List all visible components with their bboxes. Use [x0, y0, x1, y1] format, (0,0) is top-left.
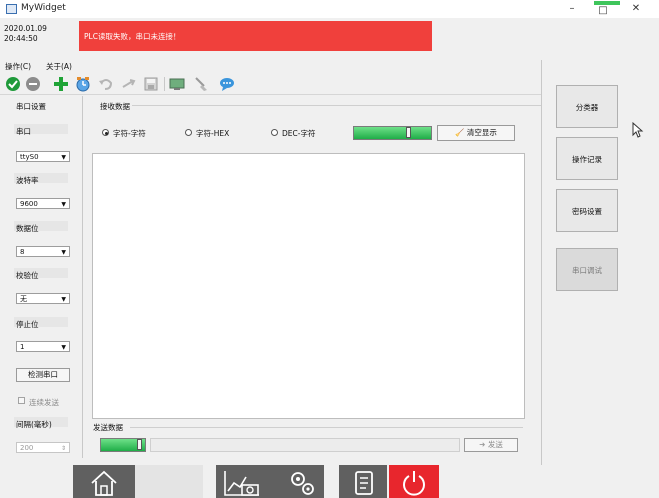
interval-spinbox[interactable]: 200 ⇕	[16, 442, 70, 453]
interval-spinbox-value: 200	[20, 444, 34, 452]
stop-bits-label: 停止位	[16, 320, 39, 329]
power-icon	[403, 471, 425, 496]
menu-about[interactable]: 关于(A)	[46, 61, 72, 72]
redo-icon[interactable]	[121, 76, 137, 92]
receive-progress-bar	[353, 126, 432, 140]
receive-group-line	[132, 105, 541, 106]
arrow-right-icon: ➜	[479, 440, 486, 449]
chart-camera-icon	[224, 471, 259, 496]
send-progress-handle[interactable]	[137, 439, 142, 450]
stop-bits-select[interactable]: 1 ▼	[16, 341, 70, 352]
continuous-send-checkbox[interactable]	[18, 397, 25, 404]
menu-operate[interactable]: 操作(C)	[5, 61, 31, 72]
time-label: 20:44:50	[4, 34, 38, 43]
nav-home[interactable]	[73, 465, 135, 498]
port-select-value: ttyS0	[20, 153, 39, 161]
chat-icon[interactable]	[219, 76, 235, 92]
port-select[interactable]: ttyS0 ▼	[16, 151, 70, 162]
send-group-title: 发送数据	[93, 423, 123, 432]
nav-document[interactable]	[339, 465, 387, 498]
gears-icon	[291, 472, 314, 495]
password-settings-button[interactable]: 密码设置	[556, 189, 618, 232]
send-group-line	[130, 427, 523, 428]
parity-label: 校验位	[16, 271, 39, 280]
menu-bar	[0, 60, 541, 72]
detect-port-button[interactable]: 检测串口	[16, 368, 70, 382]
port-label: 串口	[16, 127, 31, 136]
mouse-cursor-icon	[632, 122, 644, 138]
continuous-send-label: 连续发送	[29, 398, 59, 407]
baud-select[interactable]: 9600 ▼	[16, 198, 70, 209]
stop-bits-select-value: 1	[20, 343, 25, 351]
send-button-label: 发送	[487, 440, 503, 449]
window-title: MyWidget	[21, 3, 66, 13]
title-bar	[0, 0, 659, 18]
mode-char-char-label: 字符-字符	[113, 129, 146, 138]
clear-display-label: 清空显示	[466, 128, 497, 137]
receive-textarea[interactable]	[92, 153, 525, 419]
chevron-down-icon: ▼	[61, 344, 66, 351]
mode-dec-char-label: DEC-字符	[282, 129, 316, 138]
send-button[interactable]: ➜ 发送	[464, 438, 518, 452]
mode-char-hex-label: 字符-HEX	[196, 129, 230, 138]
receive-group-title: 接收数据	[100, 102, 130, 111]
broom-icon: 🧹	[455, 128, 465, 137]
undo-icon[interactable]	[98, 76, 114, 92]
monitor-icon[interactable]	[169, 76, 185, 92]
chevron-down-icon: ▼	[61, 249, 66, 256]
date-label: 2020.01.09	[4, 24, 47, 33]
operation-log-button[interactable]: 操作记录	[556, 137, 618, 180]
chevron-down-icon: ▼	[61, 154, 66, 161]
baud-select-value: 9600	[20, 200, 38, 208]
alert-text: PLC读取失败，串口未连接！	[84, 32, 181, 41]
mode-dec-char-radio[interactable]	[271, 129, 278, 136]
serial-debug-button[interactable]: 串口调试	[556, 248, 618, 291]
app-icon	[6, 4, 17, 14]
save-icon[interactable]	[143, 76, 159, 92]
nav-gap	[324, 465, 339, 498]
baud-label: 波特率	[16, 176, 39, 185]
mode-char-hex-radio[interactable]	[185, 129, 192, 136]
nav-gap	[203, 465, 216, 498]
spin-arrows-icon: ⇕	[60, 445, 66, 452]
broom-icon[interactable]	[193, 76, 209, 92]
clear-display-button[interactable]: 🧹 清空显示	[437, 125, 515, 141]
serial-group-title: 串口设置	[16, 102, 46, 111]
toolbar-separator	[164, 77, 165, 91]
document-icon	[355, 471, 373, 495]
timer-icon[interactable]	[75, 76, 91, 92]
data-bits-select-value: 8	[20, 248, 25, 256]
minimize-button[interactable]: –	[563, 1, 581, 16]
panel-divider	[82, 96, 83, 458]
blank-icon	[135, 465, 203, 498]
send-input[interactable]	[150, 438, 460, 452]
data-bits-label: 数据位	[16, 224, 39, 233]
nav-power[interactable]	[389, 465, 439, 498]
right-divider	[541, 60, 542, 465]
classifier-button[interactable]: 分类器	[556, 85, 618, 128]
maximize-button[interactable]: □	[594, 3, 612, 18]
plus-icon[interactable]	[53, 76, 69, 92]
minus-circle-icon[interactable]	[25, 76, 41, 92]
check-icon[interactable]	[5, 76, 21, 92]
data-bits-select[interactable]: 8 ▼	[16, 246, 70, 257]
mode-char-char-radio[interactable]	[102, 129, 109, 136]
nav-monitor[interactable]	[216, 465, 324, 498]
parity-select[interactable]: 无 ▼	[16, 293, 70, 304]
nav-blank[interactable]	[135, 465, 203, 498]
close-button[interactable]: ✕	[627, 1, 645, 16]
interval-label: 间隔(毫秒)	[16, 420, 52, 429]
home-icon	[91, 470, 117, 496]
receive-progress-handle[interactable]	[406, 127, 411, 138]
parity-select-value: 无	[20, 295, 27, 303]
chevron-down-icon: ▼	[61, 201, 66, 208]
chevron-down-icon: ▼	[61, 296, 66, 303]
